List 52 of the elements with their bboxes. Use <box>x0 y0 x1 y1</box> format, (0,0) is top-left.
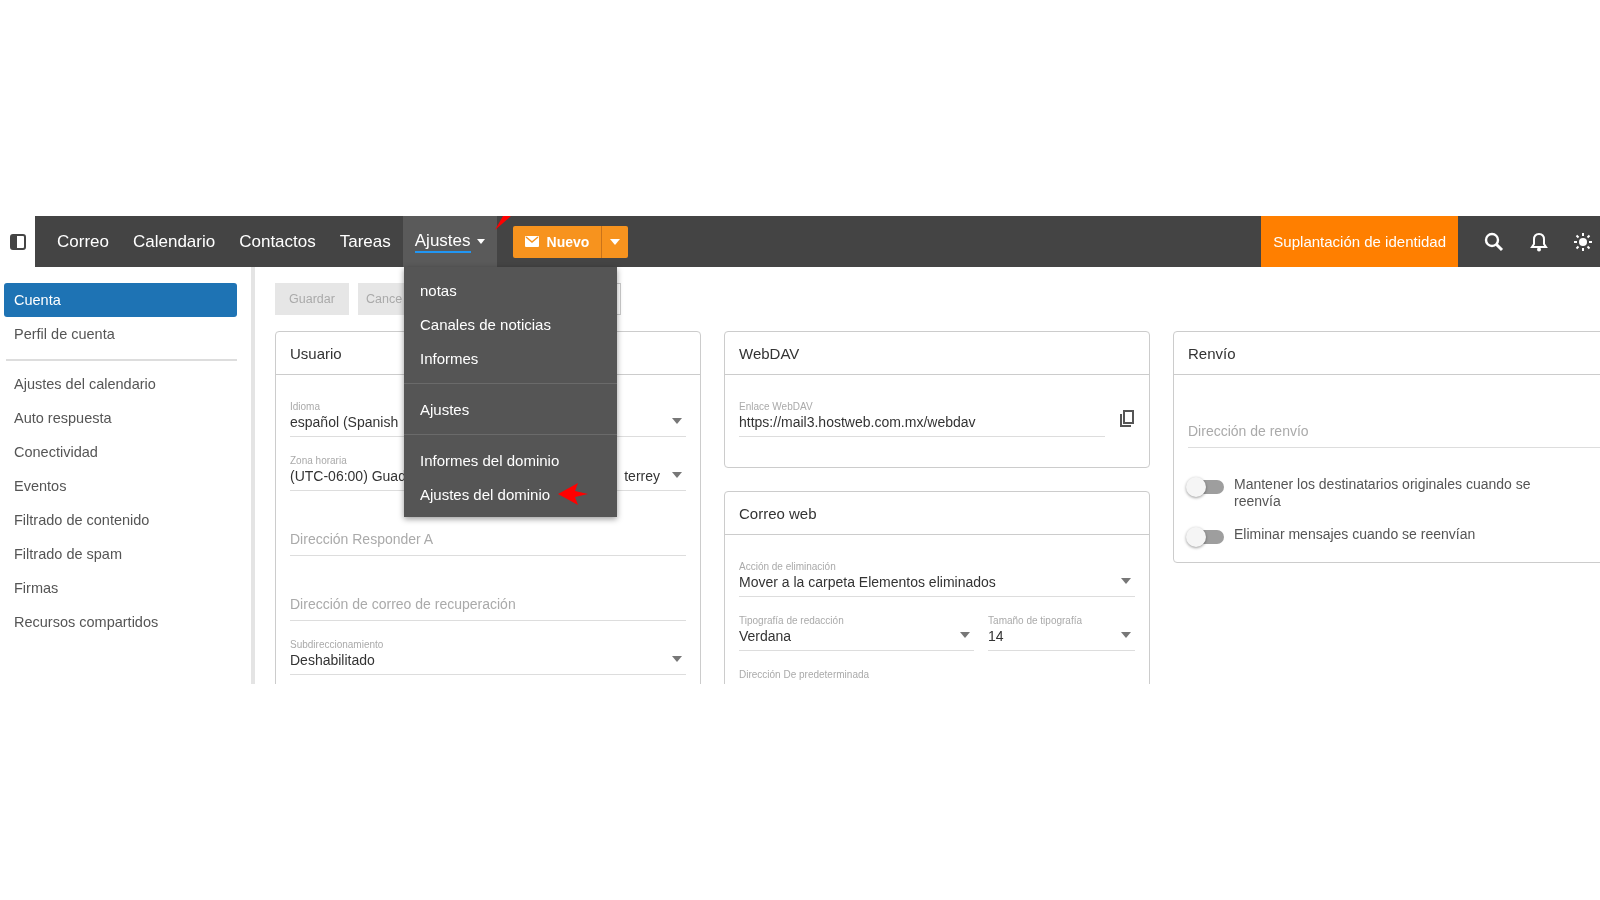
caret-icon <box>672 472 682 478</box>
input-field[interactable]: Dirección de renvío <box>1188 401 1600 448</box>
select-field[interactable]: Tamaño de tipografía 14 <box>988 615 1135 651</box>
sidebar-item[interactable]: Filtrado de contenido <box>4 503 237 537</box>
sidebar-item[interactable]: Conectividad <box>4 435 237 469</box>
toggle-label: Eliminar mensajes cuando se reenvían <box>1234 526 1476 543</box>
input-field[interactable]: Dirección de correo de recuperación <box>290 574 686 621</box>
caret-icon <box>960 632 971 638</box>
sidebar-item[interactable]: Ajustes del calendario <box>4 367 237 401</box>
sidebar-item[interactable]: Perfil de cuenta <box>4 317 237 351</box>
sidebar-item[interactable]: Auto respuesta <box>4 401 237 435</box>
sidebar-item[interactable]: Cuenta <box>4 283 237 317</box>
sidebar-item[interactable]: Firmas <box>4 571 237 605</box>
caret-icon <box>1121 632 1131 638</box>
nav-tab[interactable]: Ajustes <box>402 216 497 267</box>
input-field[interactable]: Dirección Responder A <box>290 509 686 556</box>
bell-icon[interactable] <box>1530 231 1548 252</box>
nav-tab[interactable]: Contactos <box>227 216 328 267</box>
toggle-switch[interactable] <box>1188 530 1224 544</box>
select-field[interactable]: Tipografía de redacción Verdana <box>739 615 975 651</box>
menu-item[interactable]: Ajustes del dominio <box>420 485 551 503</box>
caret-icon <box>672 418 682 424</box>
sidebar-toggle-icon[interactable] <box>9 233 26 250</box>
new-menu-button[interactable] <box>601 225 629 258</box>
caret-icon <box>476 239 485 244</box>
card-title: Usuario <box>290 344 342 362</box>
search-icon[interactable] <box>1484 231 1504 252</box>
menu-item[interactable]: Informes del dominio <box>420 451 560 469</box>
toggle-label: Mantener los destinatarios originales cuando se reenvía <box>1234 476 1532 510</box>
sidebar-item[interactable]: Eventos <box>4 469 237 503</box>
menu-item[interactable]: Canales de noticias <box>420 315 551 333</box>
copy-icon[interactable] <box>1119 410 1135 428</box>
nav-tab[interactable]: Correo <box>45 216 121 267</box>
nav-tab[interactable]: Calendario <box>120 216 228 267</box>
toggle-switch[interactable] <box>1188 480 1224 494</box>
card-title: Renvío <box>1188 344 1236 362</box>
select-field[interactable]: Subdireccionamiento Deshabilitado <box>290 639 686 675</box>
sun-icon[interactable] <box>1574 232 1592 251</box>
card-title: WebDAV <box>739 344 800 362</box>
link-field[interactable]: Enlace WebDAV https://mail3.hostweb.com.mx/webdav <box>739 401 1105 437</box>
sidebar-item[interactable]: Filtrado de spam <box>4 537 237 571</box>
nav-tab[interactable]: Tareas <box>327 216 403 267</box>
mail-icon <box>524 236 539 247</box>
caret-icon <box>610 238 621 245</box>
caret-icon <box>672 656 682 662</box>
menu-item[interactable]: Informes <box>420 349 479 367</box>
select-field[interactable]: Acción de eliminación Mover a la carpeta Elementos eliminados <box>739 561 1135 597</box>
sidebar-item[interactable]: Recursos compartidos <box>4 605 237 639</box>
menu-item[interactable]: Ajustes <box>420 400 470 418</box>
caret-icon <box>1121 578 1131 584</box>
card-title: Correo web <box>739 504 817 522</box>
pointer-arrow-icon <box>558 483 589 505</box>
